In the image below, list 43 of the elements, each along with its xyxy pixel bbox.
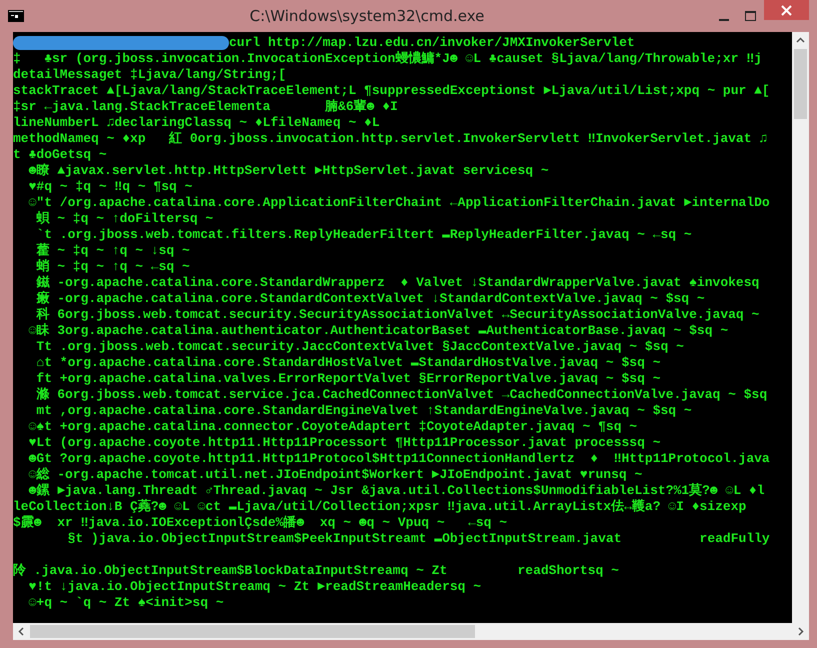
output-line: 蛸 ~ ‡q ~ ↑q ~ ←sq ~: [35, 259, 190, 275]
output-line: ☻瞭 ▲javax.servlet.http.HttpServlett ►HttpServlet.javat servicesq ~: [28, 163, 549, 179]
command-line: curl http://map.lzu.edu.cn/invoker/JMXInvokerServlet: [229, 35, 635, 50]
output-line: leCollection↓B Ç蕘?☻ ☺L ☺ct ▬Ljava/util/Collection;xpsr ‼java.util.ArrayListx佉↔韄a? ☺I ♦sizexp: [13, 499, 746, 515]
output-line: 鎡 -org.apache.catalina.core.StandardWrapperz ♦ Valvet ↓StandardWrapperValve.javat ♠invokesq: [35, 275, 760, 290]
output-line: methodNameq ~ ♦xp 紅 0org.jboss.invocation.http.servlet.InvokerServlett ‼InvokerServlet.javat ♫: [13, 131, 768, 147]
console-icon: [8, 10, 24, 22]
output-line: $霢☻ xr ‼java.io.IOExceptionlÇsde%皤☻ xq ~ ☻q ~ Vpuq ~ ←sq ~: [13, 515, 508, 531]
output-line: mt ,org.apache.catalina.core.StandardEngineValvet ↑StandardEngineValve.javaq ~ $sq ~: [35, 403, 692, 419]
output-line: ☺"t /org.apache.catalina.core.ApplicationFilterChaint ←ApplicationFilterChain.javat ►internalDo: [28, 195, 770, 211]
output-line: ☻Gt ?org.apache.coyote.http11.Http11Protocol$Http11ConnectionHandlertz ♦ ‼Http11Protocol.java: [28, 451, 770, 467]
output-line: ☺♠t +org.apache.catalina.connector.CoyoteAdaptert ‡CoyoteAdapter.javaq ~ ¶sq ~: [28, 419, 638, 435]
output-line: t ♣doGetsq ~: [13, 147, 107, 163]
window-title: C:\Windows\system32\cmd.exe: [248, 6, 486, 27]
close-button[interactable]: [764, 0, 809, 20]
output-line: detailMessaget ‡Ljava/lang/String;[: [13, 67, 286, 83]
output-line: ☺総 -org.apache.tomcat.util.net.JIoEndpoint$Workert ►JIoEndpoint.javat ♥runsq ~: [28, 467, 642, 483]
output-line: §t )java.io.ObjectInputStream$PeekInputStreamt ▬ObjectInputStream.javat readFully: [66, 531, 770, 547]
output-line: ♥!t ↓java.io.ObjectInputStreamq ~ Zt ►readStreamHeadersq ~: [28, 579, 482, 595]
output-line: ⌂t *org.apache.catalina.core.StandardHostValvet ▬StandardHostValve.javaq ~ $sq ~: [35, 355, 661, 371]
output-line: 藿 ~ ‡q ~ ↑q ~ ↓sq ~: [35, 243, 190, 259]
output-line: ☻鏍 ►java.lang.Threadt ♂Thread.javaq ~ Jsr &java.util.Collections$UnmodifiableList?%1莫?☻ ☺L ♦l: [28, 483, 765, 499]
output-line: ♥#q ~ ‡q ~ ‼q ~ ¶sq ~: [28, 179, 192, 195]
output-line: 科 6org.jboss.web.tomcat.security.SecurityAssociationValvet ↔SecurityAssociationValve.javaq ~: [35, 307, 760, 323]
output-line: Tt .org.jboss.web.tomcat.security.JaccContextValvet §JaccContextValve.javaq ~ $sq ~: [35, 339, 684, 355]
close-icon: [781, 4, 792, 16]
output-line: ‡ ♣sr (org.jboss.invocation.InvocationException蟃憹鱅*J☻ ☺L ♣causet §Ljava/lang/Throwable;xr ‼j: [13, 51, 762, 67]
output-line: `t .org.jboss.web.tomcat.filters.ReplyHeaderFiltert ▬ReplyHeaderFilter.javaq ~ ←sq ~: [35, 227, 692, 243]
output-line: stackTracet ▲[Ljava/lang/StackTraceElement;L ¶suppressedExceptionst ►Ljava/util/List;xpq ~ pur ▲[: [13, 83, 770, 99]
output-line: ‡sr ←java.lang.StackTraceElementa 腩&6輩☻ ♦I: [13, 99, 398, 115]
output-line: 阾 .java.io.ObjectInputStream$BlockDataInputStreamq ~ Zt readShortsq ~: [13, 563, 619, 579]
output-line: 蛽 ~ ‡q ~ ↑doFiltersq ~: [35, 211, 214, 227]
minimize-icon: [718, 18, 728, 20]
scrollbar-thumb[interactable]: [794, 49, 807, 119]
output-line: 瘷 -org.apache.catalina.core.StandardContextValvet ↓StandardContextValve.javaq ~ $sq ~: [35, 291, 705, 307]
output-line: ☺眛 3org.apache.catalina.authenticator.AuthenticatorBaset ▬AuthenticatorBase.javaq ~ $sq ~: [28, 323, 728, 339]
output-line: ☺+q ~ `q ~ Zt ♠<init>sq ~: [28, 595, 224, 611]
output-line: ♥Lt (org.apache.coyote.http11.Http11Processort ¶Http11Processor.javat processsq ~: [28, 435, 661, 451]
maximize-icon: [745, 11, 756, 21]
output-line: ft +org.apache.catalina.valves.ErrorReportValvet §ErrorReportValve.javaq ~ $sq ~: [35, 371, 661, 387]
scrollbar-thumb[interactable]: [30, 625, 475, 638]
output-line: lineNumberL ♫declaringClassq ~ ♦LfileNameq ~ ♦L: [13, 115, 380, 131]
output-line: 滌 6org.jboss.web.tomcat.service.jca.CachedConnectionValvet →CachedConnectionValve.javaq ~ $sq: [35, 387, 768, 403]
